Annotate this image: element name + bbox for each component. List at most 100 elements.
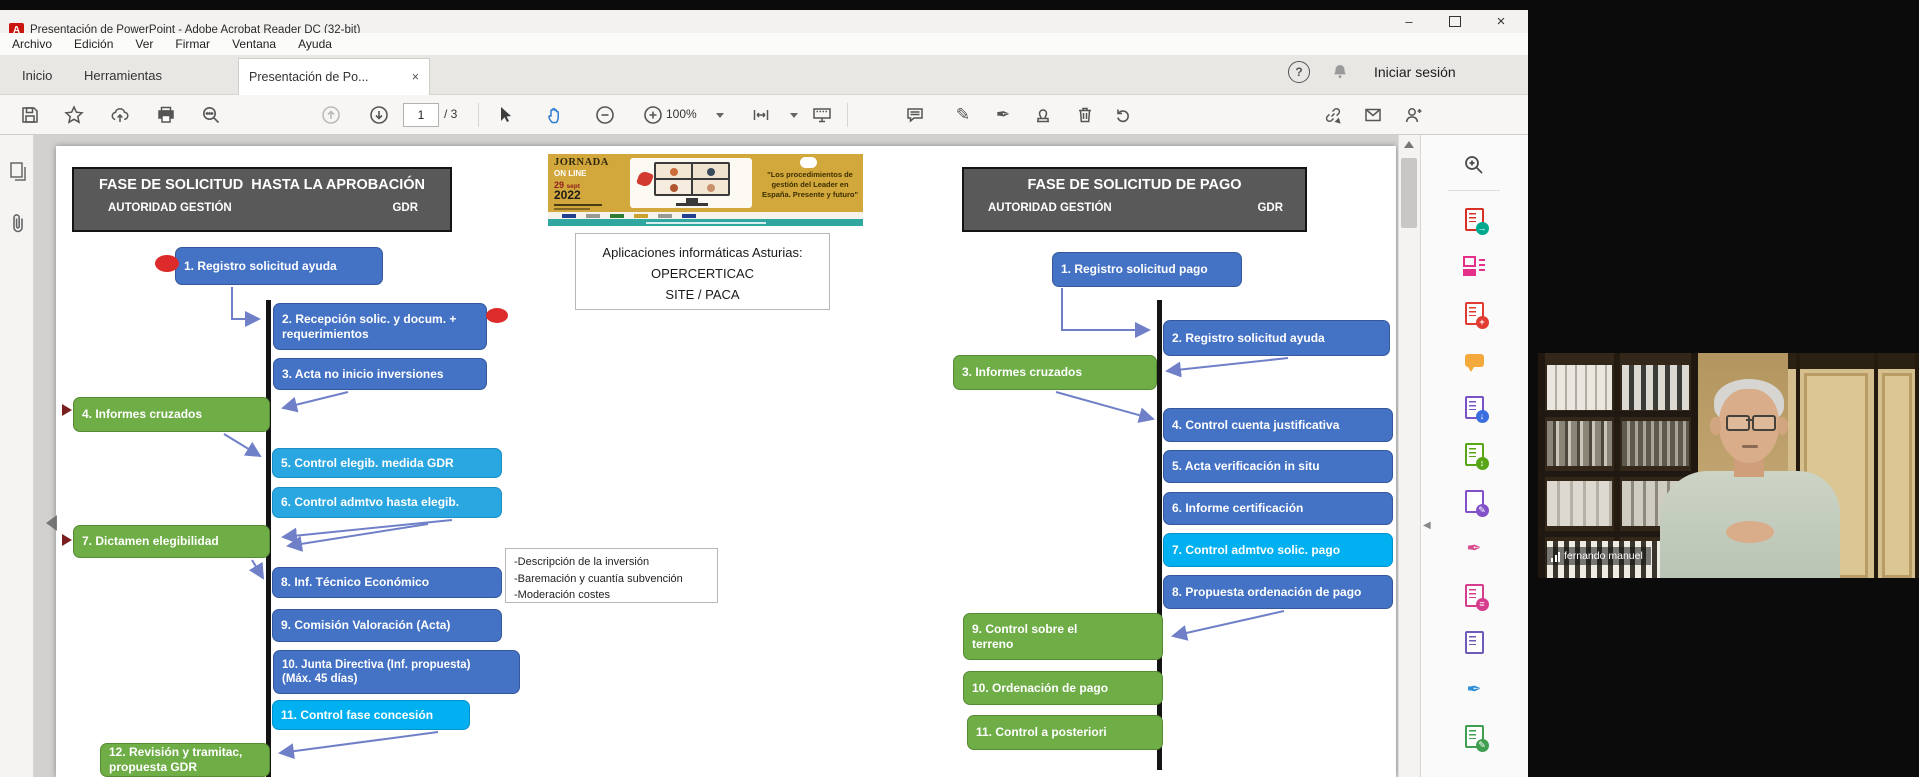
scroll-up-icon[interactable] xyxy=(1404,141,1414,148)
export-pdf-icon[interactable]: → xyxy=(1459,204,1489,234)
combine-files-icon[interactable]: ↓ xyxy=(1459,392,1489,422)
flow-step: 11. Control fase concesión xyxy=(272,700,470,730)
certificates-icon[interactable]: ✒ xyxy=(1459,674,1489,704)
save-icon[interactable] xyxy=(13,98,47,132)
left-chart-header: FASE DE SOLICITUD HASTA LA APROBACIÓN AU… xyxy=(72,167,452,232)
flow-step: 9. Comisión Valoración (Acta) xyxy=(272,609,502,642)
banner-event-title: "Los procedimientos de gestión del Leade… xyxy=(760,170,860,199)
title-bar: A Presentación de PowerPoint - Adobe Acr… xyxy=(0,10,1528,33)
page-thumbnails-icon[interactable] xyxy=(8,160,28,184)
banner-videocall-illustration xyxy=(630,158,752,208)
fill-sign-icon[interactable]: ✒ xyxy=(1459,533,1489,563)
page-up-icon[interactable] xyxy=(314,98,348,132)
sign-pen-icon[interactable]: ✒ xyxy=(986,98,1020,132)
hand-tool-icon[interactable] xyxy=(538,98,572,132)
flow-step: 1. Registro solicitud pago xyxy=(1052,252,1242,287)
prev-page-overlay-icon[interactable] xyxy=(46,515,57,531)
menu-edicion[interactable]: Edición xyxy=(74,37,113,51)
request-signatures-icon[interactable]: ✎ xyxy=(1459,721,1489,751)
zoom-out-icon[interactable] xyxy=(588,98,622,132)
undo-icon[interactable] xyxy=(1106,98,1140,132)
notifications-bell-icon[interactable] xyxy=(1330,62,1350,82)
page-number-input[interactable]: 1 xyxy=(403,103,439,127)
zoom-level-dropdown[interactable]: 100% xyxy=(666,107,697,121)
flow-step: 5. Control elegib. medida GDR xyxy=(272,448,502,478)
menu-ventana[interactable]: Ventana xyxy=(232,37,276,51)
menu-bar: Archivo Edición Ver Firmar Ventana Ayuda xyxy=(0,33,1528,55)
zoom-caret-icon[interactable] xyxy=(716,113,724,118)
flow-step: 10. Junta Directiva (Inf. propuesta) (Má… xyxy=(273,650,520,694)
sign-in-button[interactable]: Iniciar sesión xyxy=(1374,64,1456,80)
prepare-form-icon[interactable]: ≡ xyxy=(1459,580,1489,610)
menu-archivo[interactable]: Archivo xyxy=(12,37,52,51)
banner-footer-strip xyxy=(548,219,863,226)
fit-caret-icon[interactable] xyxy=(790,113,798,118)
highlight-icon[interactable]: ✎ xyxy=(946,98,980,132)
pen-glyph: ✒ xyxy=(1466,679,1481,700)
menu-ayuda[interactable]: Ayuda xyxy=(298,37,332,51)
flow-step: 8. Inf. Técnico Económico xyxy=(272,567,502,598)
search-icon[interactable] xyxy=(194,98,228,132)
stamp-tool-icon[interactable] xyxy=(1459,627,1489,657)
toolbar-separator xyxy=(847,103,848,127)
flow-step: 11. Control a posteriori xyxy=(967,715,1163,750)
tab-inicio[interactable]: Inicio xyxy=(12,55,62,95)
close-button[interactable]: × xyxy=(1478,10,1524,33)
pencil-glyph: ✎ xyxy=(956,105,970,125)
scrollbar-thumb[interactable] xyxy=(1401,158,1417,228)
fit-width-icon[interactable] xyxy=(744,98,778,132)
right-chart-col-autoridad: AUTORIDAD GESTIÓN xyxy=(988,202,1112,214)
star-icon[interactable] xyxy=(57,98,91,132)
select-tool-icon[interactable] xyxy=(488,98,522,132)
share-cloud-icon[interactable] xyxy=(103,98,137,132)
audio-level-icon xyxy=(1551,551,1560,562)
tab-document-label: Presentación de Po... xyxy=(249,70,369,84)
flow-step: 3. Informes cruzados xyxy=(953,355,1157,390)
tab-document[interactable]: Presentación de Po... × xyxy=(238,58,430,95)
edit-pdf-icon[interactable]: ✎ xyxy=(1459,486,1489,516)
jornada-banner-image: JORNADA ON LINE 29 sept 2022 "Los proced… xyxy=(548,154,863,226)
vertical-scrollbar[interactable] xyxy=(1398,135,1420,777)
webcam-video: fernando manuel xyxy=(1538,353,1919,578)
stamp-icon[interactable] xyxy=(1026,98,1060,132)
banner-smallprint xyxy=(554,208,590,210)
comment-tool-icon[interactable] xyxy=(1459,345,1489,375)
right-chart-col-gdr: GDR xyxy=(1257,202,1283,214)
apps-line-2: OPERCERTICAC xyxy=(576,263,829,284)
page-down-icon[interactable] xyxy=(362,98,396,132)
flow-step: 12. Revisión y tramitac, propuesta GDR xyxy=(100,743,270,777)
create-pdf-icon[interactable]: + xyxy=(1459,298,1489,328)
pen-glyph: ✒ xyxy=(1466,538,1481,559)
trash-icon[interactable] xyxy=(1068,98,1102,132)
right-chart-header: FASE DE SOLICITUD DE PAGO AUTORIDAD GEST… xyxy=(962,167,1307,232)
menu-ver[interactable]: Ver xyxy=(135,37,153,51)
banner-right-block: "Los procedimientos de gestión del Leade… xyxy=(758,154,863,212)
print-icon[interactable] xyxy=(149,98,183,132)
comment-icon[interactable] xyxy=(898,98,932,132)
attachments-icon[interactable] xyxy=(9,212,27,236)
tab-herramientas[interactable]: Herramientas xyxy=(74,55,172,95)
glasses xyxy=(1726,415,1750,431)
tab-close-icon[interactable]: × xyxy=(412,70,419,84)
maximize-button[interactable] xyxy=(1432,10,1478,33)
zoom-in-icon[interactable] xyxy=(636,98,670,132)
apps-line-3: SITE / PACA xyxy=(576,284,829,305)
compress-pdf-icon[interactable]: ↕ xyxy=(1459,439,1489,469)
presentation-mode-icon[interactable] xyxy=(805,98,839,132)
participant-name-label: fernando manuel xyxy=(1546,547,1651,565)
fountain-pen-glyph: ✒ xyxy=(996,105,1010,125)
organize-pages-icon[interactable] xyxy=(1459,251,1489,281)
panel-collapse-icon[interactable]: ◀ xyxy=(1423,520,1431,531)
help-icon[interactable]: ? xyxy=(1288,61,1310,83)
flow-step: 1. Registro solicitud ayuda xyxy=(175,247,383,285)
add-person-icon[interactable] xyxy=(1396,98,1430,132)
menu-firmar[interactable]: Firmar xyxy=(175,37,210,51)
redr-logo xyxy=(800,157,817,168)
link-icon[interactable] xyxy=(1316,98,1350,132)
banner-subtitle: ON LINE xyxy=(554,169,586,178)
minimize-button[interactable]: – xyxy=(1386,10,1432,33)
flow-step: 2. Recepción solic. y docum. + requerimi… xyxy=(273,303,487,350)
search-tools-icon[interactable] xyxy=(1459,150,1489,180)
email-icon[interactable] xyxy=(1356,98,1390,132)
note-line: -Baremación y cuantía subvención xyxy=(514,571,709,588)
